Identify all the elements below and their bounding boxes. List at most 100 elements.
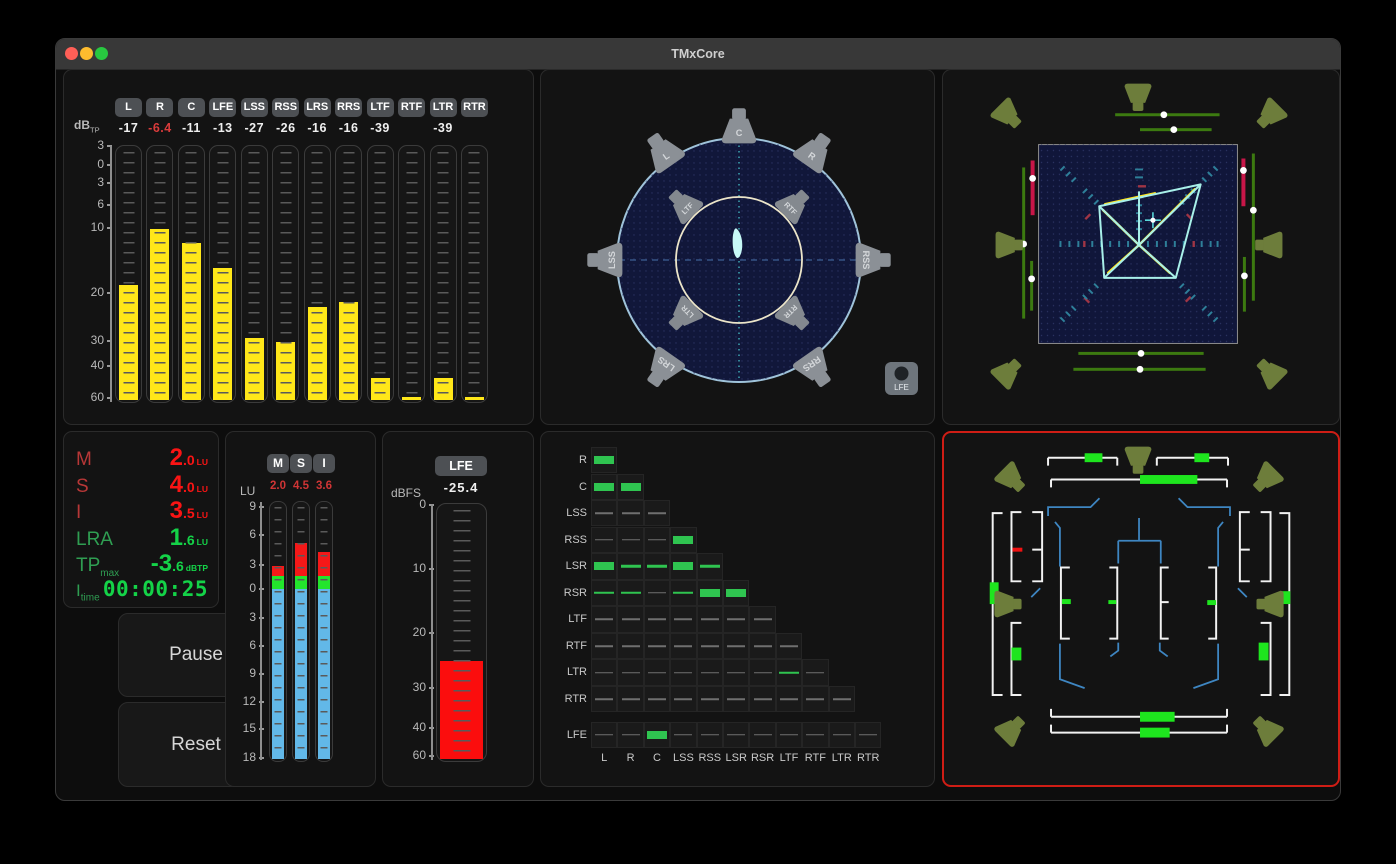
channel-badge[interactable]: L	[115, 98, 142, 117]
downmix-guides	[1031, 498, 1247, 688]
channel-badge[interactable]: RTF	[398, 98, 425, 117]
matrix-col-label: LSS	[670, 752, 696, 764]
scale-label: 9	[249, 666, 256, 680]
correlation-cell	[644, 580, 670, 606]
lfe-ruler	[431, 504, 433, 760]
correlation-cell	[802, 659, 828, 685]
matrix-col-label: RTF	[802, 752, 828, 764]
speaker-icon	[996, 232, 1023, 259]
correlation-cell	[670, 606, 696, 632]
channel-badge[interactable]: LSS	[241, 98, 268, 117]
correlation-cell	[670, 686, 696, 712]
downmix-red-tick	[1012, 548, 1022, 552]
correlation-cell	[697, 553, 723, 579]
meter-bar	[182, 243, 201, 400]
correlation-cell	[697, 633, 723, 659]
correlation-cell	[776, 633, 802, 659]
matrix-row-label: R	[541, 454, 587, 466]
lfe-indicator[interactable]: LFE	[885, 362, 918, 395]
scale-label: 40	[413, 720, 426, 734]
correlation-cell	[776, 659, 802, 685]
scale-label: 30	[413, 680, 426, 694]
level-meter-RRS: RRS-16	[335, 70, 362, 426]
meter-bar	[119, 285, 138, 400]
correlation-cell	[749, 633, 775, 659]
loudness-row-time: Itime 00:00:25	[76, 577, 208, 604]
correlation-cell	[644, 500, 670, 526]
loudness-row-lra: LRA 1.6LU	[76, 524, 208, 551]
lfe-badge[interactable]: LFE	[435, 456, 487, 476]
correlation-cell	[723, 686, 749, 712]
m-badge[interactable]: M	[267, 454, 289, 473]
correlation-cell	[644, 553, 670, 579]
meter-tube	[430, 145, 457, 403]
scale-label: 3	[249, 557, 256, 571]
correlation-cell	[855, 722, 881, 748]
correlation-cell	[617, 633, 643, 659]
correlation-cell	[749, 659, 775, 685]
matrix-col-label: R	[617, 752, 643, 764]
meter-bar	[245, 338, 264, 400]
lfe-bar	[440, 661, 483, 759]
matrix-col-label: LTR	[829, 752, 855, 764]
title-bar: TMxCore	[56, 39, 1340, 70]
msi-meters-panel: LU 9630369121518 M S I 2.0 4.5 3.6	[225, 431, 376, 787]
level-meter-RTR: RTR	[461, 70, 488, 426]
correlation-cell	[617, 686, 643, 712]
correlation-cell	[723, 580, 749, 606]
meter-tube	[304, 145, 331, 403]
speaker-icon[interactable]: RSS	[856, 243, 891, 278]
correlation-cell	[591, 553, 617, 579]
loudness-row-i: I 3.5LU	[76, 497, 208, 524]
matrix-row-label: LTF	[541, 613, 587, 625]
level-meter-R: R-6.4	[146, 70, 173, 426]
correlation-cell	[644, 606, 670, 632]
meter-bar	[434, 378, 453, 400]
correlation-cell	[670, 527, 696, 553]
correlation-cell	[591, 500, 617, 526]
i-badge[interactable]: I	[313, 454, 335, 473]
channel-peak-value: -39	[363, 121, 398, 135]
speaker-icon	[1247, 710, 1285, 748]
correlation-cell	[591, 474, 617, 500]
correlation-cell	[802, 722, 828, 748]
speaker-icon[interactable]: LSS	[587, 243, 622, 278]
channel-badge[interactable]: RSS	[272, 98, 299, 117]
scale-label: 60	[413, 748, 426, 762]
channel-badge[interactable]: LFE	[209, 98, 236, 117]
level-meter-LTF: LTF-39	[367, 70, 394, 426]
channel-badge[interactable]: LTR	[430, 98, 457, 117]
correlation-cell	[670, 633, 696, 659]
speaker-icon	[1125, 84, 1152, 111]
correlation-cell	[617, 500, 643, 526]
matrix-col-label: LSR	[723, 752, 749, 764]
loudness-row-s: S 4.0LU	[76, 471, 208, 498]
scale-label: 6	[249, 638, 256, 652]
correlation-cell	[749, 722, 775, 748]
speaker-icon	[994, 591, 1021, 618]
channel-badge[interactable]: LTF	[367, 98, 394, 117]
channel-badge[interactable]: C	[178, 98, 205, 117]
channel-badge[interactable]: RTR	[461, 98, 488, 117]
downmix-monitor-panel[interactable]	[942, 431, 1340, 787]
m-meter	[269, 501, 287, 762]
s-badge[interactable]: S	[290, 454, 312, 473]
speaker-icon[interactable]: C	[722, 108, 757, 143]
s-meter	[292, 501, 310, 762]
channel-badge[interactable]: RRS	[335, 98, 362, 117]
lfe-led	[895, 367, 909, 381]
speaker-icon	[1125, 447, 1152, 474]
matrix-col-label: C	[644, 752, 670, 764]
speaker-icon	[989, 352, 1027, 390]
meter-tube	[146, 145, 173, 403]
meter-bar	[402, 397, 421, 400]
i-meter	[315, 501, 333, 762]
lfe-value: -25.4	[423, 480, 499, 495]
loudness-row-tpmax: TPmax -3.6dBTP	[76, 550, 208, 577]
channel-badge[interactable]: R	[146, 98, 173, 117]
channel-badge[interactable]: LRS	[304, 98, 331, 117]
loudness-panel: M 2.0LU S 4.0LU I 3.5LU LRA 1.6LU TPmax …	[63, 431, 219, 608]
meter-tube	[178, 145, 205, 403]
meter-tube	[335, 145, 362, 403]
correlation-cell	[591, 606, 617, 632]
